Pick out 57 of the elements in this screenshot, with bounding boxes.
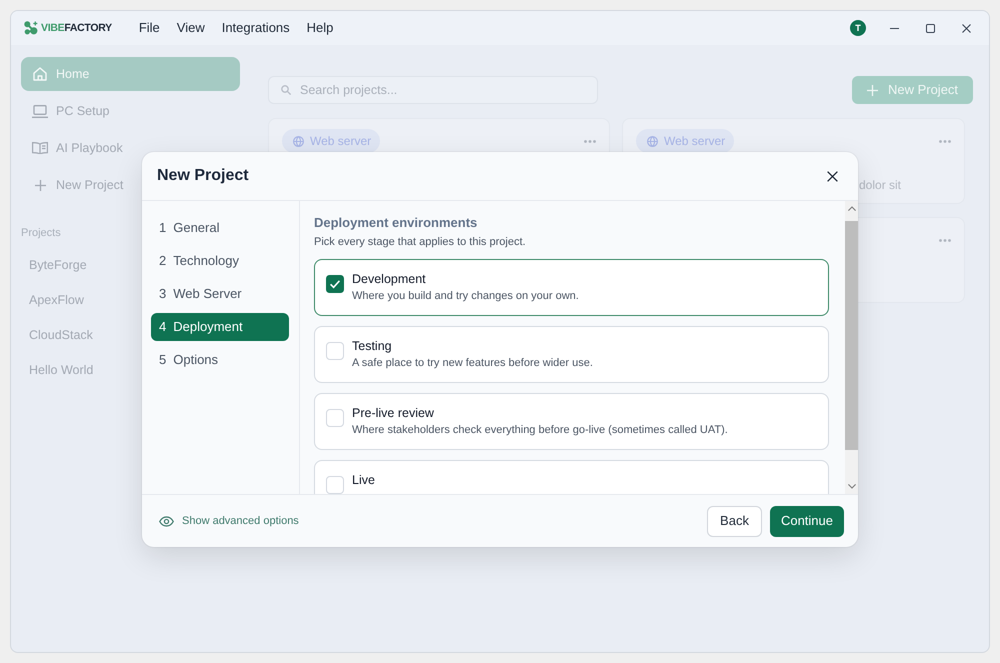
checkbox[interactable] [326,476,344,494]
menu-item[interactable]: Help [306,19,334,37]
maximize-icon[interactable] [926,24,935,32]
option-title: Live [352,472,375,488]
step-tab[interactable]: 2 Technology [151,247,289,275]
tag: Web server [636,129,734,153]
continue-button[interactable]: Continue [770,506,844,536]
plus-icon [866,84,878,96]
option-card[interactable]: Testing A safe place to try new features before wider use. [314,326,829,383]
step-tab[interactable]: 1 General [151,214,289,242]
globe-icon [293,136,304,146]
book-icon [32,142,48,154]
plus-icon [34,180,46,190]
scrollbar[interactable] [845,201,858,494]
globe-icon [647,136,658,146]
tag: Web server [282,129,380,153]
step-tab[interactable]: 5 Options [151,346,289,374]
eye-icon [159,516,174,526]
menu-item[interactable]: File [138,19,160,37]
option-title: Pre-live review [352,405,434,421]
close-icon[interactable] [827,170,838,182]
section-title: Deployment environments [314,214,478,232]
checkbox[interactable] [326,409,344,427]
search-icon [281,85,291,95]
option-card[interactable]: Pre-live review Where stakeholders check everything before go-live (sometimes called UAT). [314,393,829,450]
more-icon[interactable] [584,140,596,142]
card-description: dolor sit [859,177,902,193]
checkbox[interactable] [326,342,344,360]
search-field[interactable]: Search projects... [268,76,598,104]
laptop-icon [32,104,48,118]
dialog-title: New Project [157,166,249,186]
more-icon[interactable] [939,238,951,242]
option-description: A safe place to try new features before wider use. [352,356,593,370]
option-title: Development [352,271,426,287]
scrollbar-thumb[interactable] [845,221,858,450]
scroll-down-icon[interactable] [848,484,856,489]
checkbox[interactable] [326,275,344,293]
menu-item[interactable]: Integrations [222,19,290,37]
option-description: Where you build and try changes on your own. [352,289,579,303]
logo-text: VIBEFACTORY [41,21,112,35]
home-icon [33,67,47,81]
show-advanced-options-link[interactable]: Show advanced options [159,512,299,530]
section-heading: Projects [21,226,61,241]
step-tab[interactable]: 3 Web Server [151,280,289,308]
option-title: Testing [352,338,392,354]
scroll-up-icon[interactable] [848,206,856,211]
logo-icon [24,21,38,35]
option-card[interactable]: Development Where you build and try changes on your own. [314,259,829,316]
avatar[interactable]: T [850,20,866,36]
section-subtitle: Pick every stage that applies to this project. [314,235,527,249]
menu-item[interactable]: View [176,19,205,37]
option-card[interactable]: Live [314,460,829,494]
back-button[interactable]: Back [707,506,762,536]
more-icon[interactable] [939,140,951,142]
option-description: Where stakeholders check everything before go-live (sometimes called UAT). [352,423,728,437]
close-icon[interactable] [962,24,971,32]
step-tab[interactable]: 4 Deployment [151,313,289,341]
